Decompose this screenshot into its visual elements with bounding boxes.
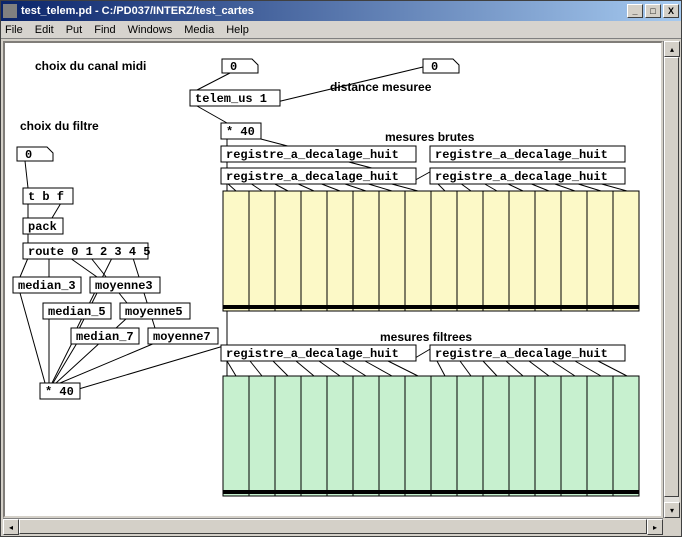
svg-text:* 40: * 40 bbox=[226, 125, 255, 139]
svg-text:registre_a_decalage_huit: registre_a_decalage_huit bbox=[435, 347, 608, 361]
minimize-button[interactable]: _ bbox=[627, 4, 643, 18]
menu-edit[interactable]: Edit bbox=[35, 24, 54, 36]
svg-text:registre_a_decalage_huit: registre_a_decalage_huit bbox=[226, 347, 399, 361]
scroll-left-button[interactable]: ◂ bbox=[3, 519, 19, 535]
svg-text:* 40: * 40 bbox=[45, 385, 74, 399]
object-reg1[interactable]: registre_a_decalage_huit bbox=[221, 146, 416, 162]
object-median5[interactable]: median_5 bbox=[43, 303, 111, 319]
object-tbf[interactable]: t b f bbox=[23, 188, 73, 204]
object-route[interactable]: route 0 1 2 3 4 5 bbox=[23, 243, 150, 259]
scroll-thumb-h[interactable] bbox=[19, 519, 647, 534]
menu-media[interactable]: Media bbox=[184, 24, 214, 36]
numberbox-canal[interactable]: 0 bbox=[222, 59, 258, 74]
scroll-thumb-v[interactable] bbox=[664, 57, 679, 497]
menu-put[interactable]: Put bbox=[66, 24, 83, 36]
object-moyenne7[interactable]: moyenne7 bbox=[148, 328, 218, 344]
maximize-button[interactable]: □ bbox=[645, 4, 661, 18]
svg-text:0: 0 bbox=[230, 60, 237, 74]
svg-text:median_3: median_3 bbox=[18, 279, 76, 293]
object-moyenne3[interactable]: moyenne3 bbox=[90, 277, 160, 293]
menu-find[interactable]: Find bbox=[94, 24, 115, 36]
svg-text:registre_a_decalage_huit: registre_a_decalage_huit bbox=[226, 148, 399, 162]
scrollbar-horizontal[interactable]: ◂ ▸ bbox=[3, 518, 663, 534]
array-brutes[interactable] bbox=[223, 191, 639, 311]
client-area: choix du canal midi distance mesuree cho… bbox=[1, 39, 681, 536]
object-reg3[interactable]: registre_a_decalage_huit bbox=[221, 345, 416, 361]
object-mul40a[interactable]: * 40 bbox=[221, 123, 261, 139]
svg-text:moyenne7: moyenne7 bbox=[153, 330, 211, 344]
scroll-corner bbox=[663, 518, 679, 534]
menubar: File Edit Put Find Windows Media Help bbox=[1, 21, 681, 39]
svg-text:registre_a_decalage_huit: registre_a_decalage_huit bbox=[226, 170, 399, 184]
svg-text:median_5: median_5 bbox=[48, 305, 106, 319]
svg-text:t b f: t b f bbox=[28, 190, 64, 204]
comment-distance[interactable]: distance mesuree bbox=[330, 80, 432, 94]
svg-text:moyenne5: moyenne5 bbox=[125, 305, 183, 319]
object-msg-reg2b[interactable]: registre_a_decalage_huit bbox=[430, 168, 625, 184]
svg-text:0: 0 bbox=[25, 148, 32, 162]
svg-text:telem_us 1: telem_us 1 bbox=[195, 92, 267, 106]
menu-help[interactable]: Help bbox=[226, 24, 249, 36]
app-icon bbox=[3, 4, 17, 18]
object-telem-us[interactable]: telem_us 1 bbox=[190, 90, 280, 106]
object-pack[interactable]: pack bbox=[23, 218, 63, 234]
object-reg4[interactable]: registre_a_decalage_huit bbox=[430, 345, 625, 361]
numberbox-distance[interactable]: 0 bbox=[423, 59, 459, 74]
main-window: test_telem.pd - C:/PD037/INTERZ/test_car… bbox=[0, 0, 682, 537]
numberbox-filtre[interactable]: 0 bbox=[17, 147, 53, 162]
svg-text:median_7: median_7 bbox=[76, 330, 134, 344]
scroll-down-button[interactable]: ▾ bbox=[664, 502, 680, 518]
comment-choix-canal[interactable]: choix du canal midi bbox=[35, 59, 146, 73]
svg-text:0: 0 bbox=[431, 60, 438, 74]
comment-brutes[interactable]: mesures brutes bbox=[385, 130, 475, 144]
comment-filtrees[interactable]: mesures filtrees bbox=[380, 330, 472, 344]
svg-text:moyenne3: moyenne3 bbox=[95, 279, 153, 293]
window-title: test_telem.pd - C:/PD037/INTERZ/test_car… bbox=[21, 5, 627, 17]
scroll-right-button[interactable]: ▸ bbox=[647, 519, 663, 535]
scrollbar-vertical[interactable]: ▴ ▾ bbox=[663, 41, 679, 518]
object-reg2[interactable]: registre_a_decalage_huit bbox=[430, 146, 625, 162]
menu-windows[interactable]: Windows bbox=[128, 24, 173, 36]
object-median7[interactable]: median_7 bbox=[71, 328, 139, 344]
svg-text:route 0 1 2 3 4 5: route 0 1 2 3 4 5 bbox=[28, 245, 150, 259]
comment-choix-filtre[interactable]: choix du filtre bbox=[20, 119, 99, 133]
object-msg-reg1b[interactable]: registre_a_decalage_huit bbox=[221, 168, 416, 184]
svg-text:registre_a_decalage_huit: registre_a_decalage_huit bbox=[435, 170, 608, 184]
patch-canvas[interactable]: choix du canal midi distance mesuree cho… bbox=[3, 41, 663, 518]
titlebar[interactable]: test_telem.pd - C:/PD037/INTERZ/test_car… bbox=[1, 1, 681, 21]
svg-text:registre_a_decalage_huit: registre_a_decalage_huit bbox=[435, 148, 608, 162]
object-moyenne5[interactable]: moyenne5 bbox=[120, 303, 190, 319]
menu-file[interactable]: File bbox=[5, 24, 23, 36]
array-filtrees[interactable] bbox=[223, 376, 639, 496]
close-button[interactable]: X bbox=[663, 4, 679, 18]
scroll-up-button[interactable]: ▴ bbox=[664, 41, 680, 57]
svg-text:pack: pack bbox=[28, 220, 57, 234]
object-mul40b[interactable]: * 40 bbox=[40, 383, 80, 399]
object-median3[interactable]: median_3 bbox=[13, 277, 81, 293]
